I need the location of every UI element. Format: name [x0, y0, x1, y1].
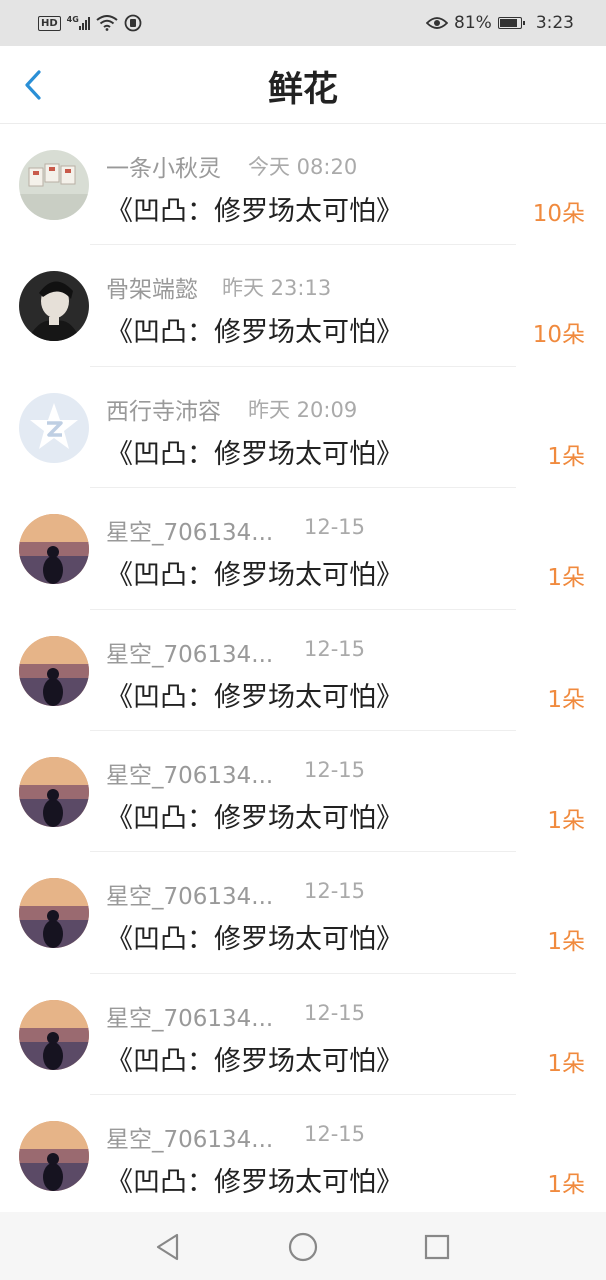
username[interactable]: 星空_706134...	[106, 756, 273, 790]
timestamp: 昨天 23:13	[222, 276, 332, 301]
avatar-sunset[interactable]	[19, 1121, 89, 1192]
page-title: 鲜花	[267, 70, 338, 110]
avatar-default[interactable]	[19, 392, 89, 463]
timestamp: 12-15	[304, 757, 366, 782]
app-header: 鲜花	[0, 46, 606, 124]
flower-count: 10朵	[532, 322, 585, 349]
timestamp: 12-15	[304, 879, 366, 904]
timestamp: 今天 08:20	[248, 155, 358, 179]
book-title[interactable]: 《凹凸：修罗场太可怕》	[106, 675, 403, 714]
book-title[interactable]: 《凹凸：修罗场太可怕》	[106, 796, 403, 835]
list-item[interactable]: 星空_706134... 12-15 《凹凸：修罗场太可怕》 1朵	[0, 731, 606, 853]
timestamp: 12-15	[304, 636, 366, 661]
flower-count: 1朵	[547, 929, 585, 956]
username[interactable]: 骨架端懿	[106, 270, 198, 304]
nav-home-button[interactable]	[286, 1230, 320, 1264]
flower-count: 1朵	[547, 443, 585, 470]
wifi-icon	[96, 15, 118, 31]
book-title[interactable]: 《凹凸：修罗场太可怕》	[106, 1039, 403, 1078]
username[interactable]: 星空_706134...	[106, 877, 273, 911]
book-title[interactable]: 《凹凸：修罗场太可怕》	[106, 553, 403, 592]
username[interactable]: 星空_706134...	[106, 513, 273, 547]
hd-badge-icon: HD	[38, 15, 61, 31]
avatar-sunset[interactable]	[19, 878, 89, 949]
status-right: 81% 3:23	[426, 13, 574, 33]
avatar-sunset[interactable]	[19, 999, 89, 1070]
list-item[interactable]: 星空_706134... 12-15 《凹凸：修罗场太可怕》 1朵	[0, 1095, 606, 1216]
username[interactable]: 星空_706134...	[106, 635, 273, 669]
list-item[interactable]: 一条小秋灵 今天 08:20 《凹凸：修罗场太可怕》 10朵	[0, 124, 606, 246]
book-title[interactable]: 《凹凸：修罗场太可怕》	[106, 310, 403, 349]
timestamp: 12-15	[304, 1000, 366, 1025]
status-left: HD 4G	[38, 14, 142, 32]
flower-list: 一条小秋灵 今天 08:20 《凹凸：修罗场太可怕》 10朵 骨架端懿 昨天 2…	[0, 124, 606, 1217]
book-title[interactable]: 《凹凸：修罗场太可怕》	[106, 432, 403, 471]
timestamp: 12-15	[304, 1122, 366, 1147]
list-item[interactable]: 星空_706134... 12-15 《凹凸：修罗场太可怕》 1朵	[0, 610, 606, 731]
username[interactable]: 星空_706134...	[106, 1120, 273, 1154]
signal-icon: 4G	[66, 15, 90, 30]
battery-icon	[497, 17, 525, 29]
recents-square-icon	[424, 1234, 450, 1260]
clock: 3:23	[535, 13, 574, 33]
flower-count: 1朵	[547, 1050, 585, 1077]
flower-count: 1朵	[547, 565, 585, 592]
list-item[interactable]: 星空_706134... 12-15 《凹凸：修罗场太可怕》 1朵	[0, 488, 606, 610]
back-triangle-icon	[156, 1233, 179, 1261]
home-circle-icon	[288, 1232, 318, 1262]
notification-icon	[124, 14, 142, 32]
list-item[interactable]: 西行寺沛容 昨天 20:09 《凹凸：修罗场太可怕》 1朵	[0, 367, 606, 489]
network-type: 4G	[66, 15, 79, 24]
flower-count: 10朵	[532, 201, 585, 227]
list-item[interactable]: 骨架端懿 昨天 23:13 《凹凸：修罗场太可怕》 10朵	[0, 245, 606, 367]
battery-percent: 81%	[454, 13, 492, 33]
status-bar: HD 4G 81% 3:23	[0, 0, 606, 46]
system-nav-bar	[0, 1212, 606, 1280]
avatar-sunset[interactable]	[19, 514, 89, 585]
flower-count: 1朵	[547, 686, 585, 713]
avatar-portrait[interactable]	[19, 271, 89, 342]
book-title[interactable]: 《凹凸：修罗场太可怕》	[106, 917, 403, 956]
username[interactable]: 星空_706134...	[106, 999, 273, 1033]
timestamp: 12-15	[304, 515, 366, 540]
flower-count: 1朵	[547, 807, 585, 834]
avatar-sunset[interactable]	[19, 635, 89, 706]
timestamp: 昨天 20:09	[248, 397, 358, 422]
username[interactable]: 西行寺沛容	[106, 392, 221, 426]
nav-back-button[interactable]	[151, 1230, 185, 1264]
list-item[interactable]: 星空_706134... 12-15 《凹凸：修罗场太可怕》 1朵	[0, 852, 606, 974]
avatar-cards[interactable]	[19, 150, 89, 220]
eye-icon	[426, 17, 449, 29]
flower-count: 1朵	[547, 1172, 585, 1199]
book-title[interactable]: 《凹凸：修罗场太可怕》	[106, 1160, 403, 1199]
avatar-sunset[interactable]	[19, 756, 89, 827]
nav-recents-button[interactable]	[420, 1230, 454, 1264]
list-item[interactable]: 星空_706134... 12-15 《凹凸：修罗场太可怕》 1朵	[0, 974, 606, 1096]
username[interactable]: 一条小秋灵	[106, 149, 221, 183]
book-title[interactable]: 《凹凸：修罗场太可怕》	[106, 189, 403, 228]
